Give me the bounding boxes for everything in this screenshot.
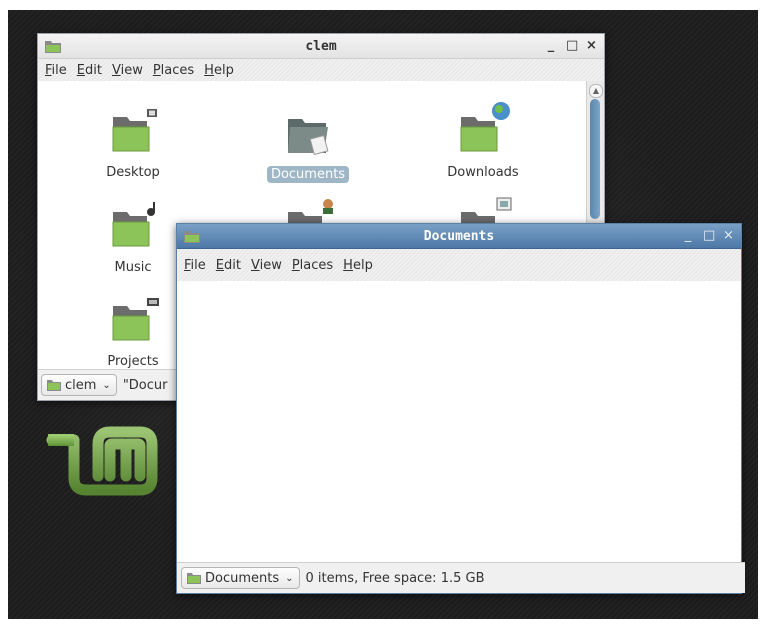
menu-places[interactable]: Places — [152, 63, 195, 78]
close-button[interactable]: × — [723, 228, 734, 243]
menu-help[interactable]: Help — [342, 258, 374, 273]
menu-help[interactable]: Help — [203, 63, 235, 78]
item-label: Documents — [266, 166, 350, 183]
item-label: Music — [114, 260, 152, 275]
close-button[interactable]: × — [586, 38, 597, 53]
location-button[interactable]: clem ⌄ — [41, 374, 117, 396]
folder-documents-icon — [288, 119, 329, 156]
menu-edit[interactable]: Edit — [215, 258, 242, 273]
window-controls: _ □ × — [546, 38, 597, 53]
maximize-button[interactable]: □ — [703, 228, 715, 243]
item-label: Downloads — [447, 165, 519, 180]
window-controls: _ □ × — [683, 228, 734, 243]
window-documents[interactable]: Documents _ □ × File Edit View Places He… — [176, 223, 745, 594]
folder-icon — [460, 102, 510, 152]
menu-places[interactable]: Places — [291, 258, 334, 273]
menu-file[interactable]: File — [183, 258, 207, 273]
menu-file[interactable]: File — [44, 63, 68, 78]
location-label: clem — [65, 377, 97, 393]
folder-icon — [184, 231, 200, 243]
folder-icon — [187, 573, 201, 584]
menubar-clem: File Edit View Places Help — [38, 59, 604, 82]
menu-view[interactable]: View — [250, 258, 283, 273]
folder-icon — [45, 41, 61, 53]
folder-item-desktop[interactable]: Desktop — [63, 107, 203, 181]
status-text: 0 items, Free space: 1.5 GB — [305, 570, 485, 586]
menu-edit[interactable]: Edit — [76, 63, 103, 78]
folder-icon — [112, 298, 159, 341]
status-text: "Docur — [122, 377, 168, 393]
window-title: clem — [305, 38, 337, 54]
titlebar-documents[interactable]: Documents _ □ × — [177, 224, 741, 249]
item-label: Desktop — [106, 165, 160, 180]
file-view-documents[interactable] — [177, 281, 741, 563]
location-button[interactable]: Documents ⌄ — [181, 567, 300, 589]
chevron-down-icon: ⌄ — [102, 379, 111, 391]
folder-item-documents[interactable]: Documents — [238, 107, 378, 183]
maximize-button[interactable]: □ — [566, 38, 578, 53]
chevron-down-icon: ⌄ — [285, 572, 294, 584]
minimize-button[interactable]: _ — [546, 38, 556, 53]
statusbar-documents: Documents ⌄ 0 items, Free space: 1.5 GB — [177, 562, 745, 593]
location-label: Documents — [205, 570, 280, 586]
minimize-button[interactable]: _ — [683, 228, 693, 243]
scrollbar-thumb[interactable] — [590, 99, 600, 219]
folder-icon — [47, 380, 61, 391]
menu-view[interactable]: View — [111, 63, 144, 78]
folder-item-downloads[interactable]: Downloads — [413, 101, 553, 181]
screen: clem _ □ × File Edit View Places Help De… — [0, 0, 765, 629]
linux-mint-logo — [46, 426, 158, 496]
menubar-documents: File Edit View Places Help — [177, 249, 741, 282]
folder-icon — [112, 109, 157, 152]
window-title: Documents — [423, 228, 495, 244]
scroll-up-arrow-icon[interactable]: ▲ — [589, 84, 603, 98]
titlebar-clem[interactable]: clem _ □ × — [38, 34, 604, 59]
item-label: Projects — [107, 354, 159, 369]
folder-icon — [112, 202, 155, 247]
